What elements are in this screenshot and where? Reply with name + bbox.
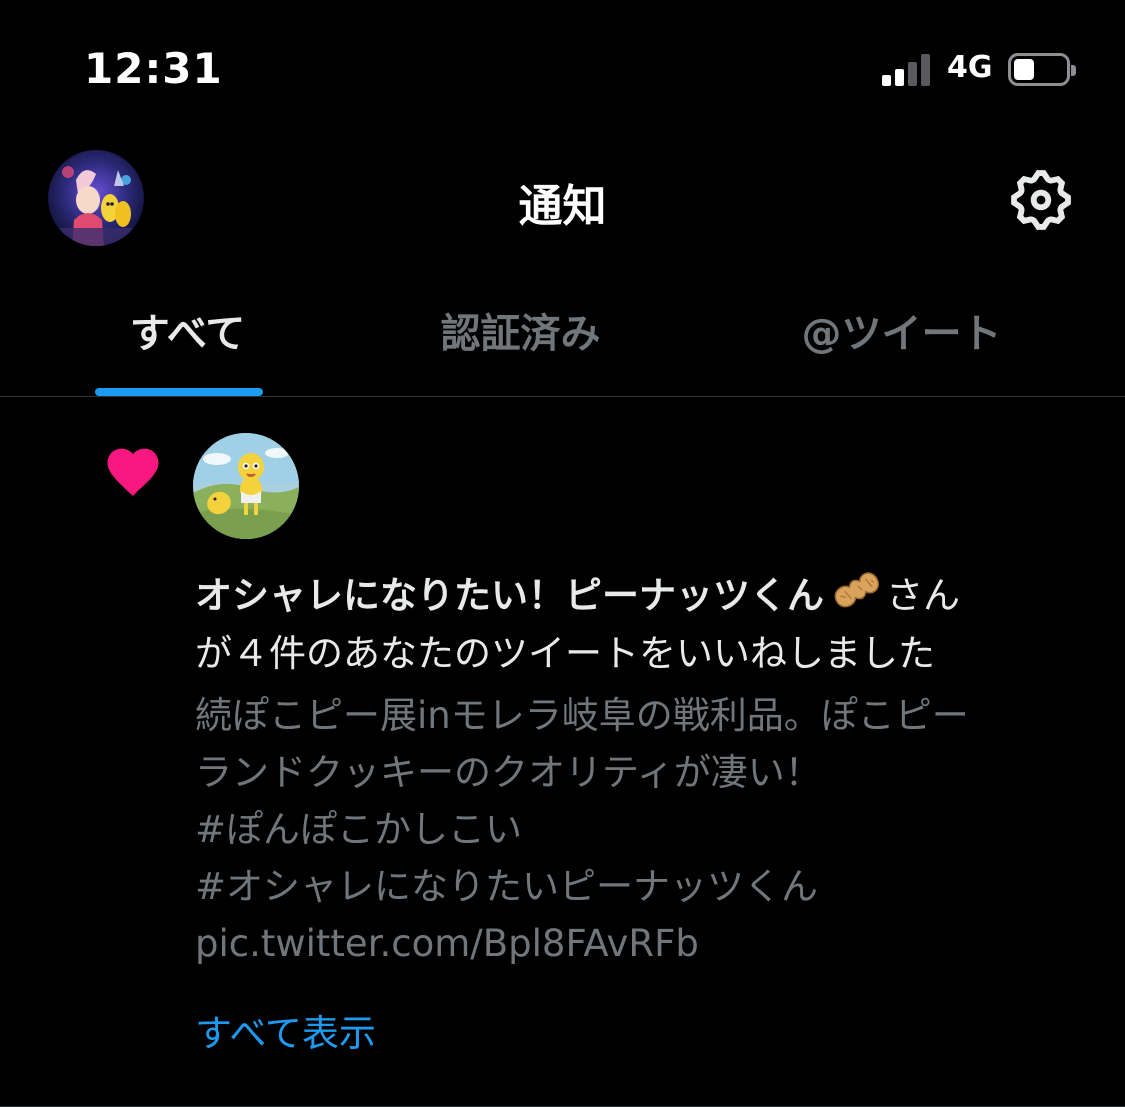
user-name[interactable]: オシャレになりたい！ピーナッツくん xyxy=(195,574,824,617)
battery-icon xyxy=(1008,53,1076,86)
tab-all[interactable]: すべて xyxy=(0,270,375,396)
tab-verified[interactable]: 認証済み xyxy=(333,270,708,396)
notification-item[interactable]: オシャレになりたい！ピーナッツくん さん が４件のあなたのツイートをいいねしまし… xyxy=(0,397,1125,1107)
heart-icon xyxy=(102,441,164,497)
active-tab-indicator xyxy=(95,388,263,396)
show-all-link[interactable]: すべて表示 xyxy=(195,1003,376,1057)
signal-bar xyxy=(908,62,917,86)
page-title: 通知 xyxy=(518,181,607,232)
signal-strength-icon xyxy=(882,54,934,86)
user-suffix: さん xyxy=(886,574,960,617)
tab-mentions[interactable]: @ツイート xyxy=(714,270,1089,396)
tweet-preview-text[interactable]: 続ぽこピー展inモレラ岐阜の戦利品。ぽこピー ランドクッキーのクオリティが凄い！… xyxy=(195,687,1095,972)
battery-cap xyxy=(1071,65,1076,76)
gear-icon[interactable] xyxy=(1006,165,1076,235)
signal-bar xyxy=(895,69,904,86)
battery-level xyxy=(1014,59,1034,80)
header: 通知 xyxy=(0,130,1125,270)
network-type: 4G xyxy=(947,50,993,85)
like-message: が４件のあなたのツイートをいいねしました xyxy=(195,632,935,675)
status-bar: 12:31 4G xyxy=(0,0,1125,130)
signal-bar xyxy=(882,75,891,86)
notification-message: オシャレになりたい！ピーナッツくん さん が４件のあなたのツイートをいいねしまし… xyxy=(195,567,1075,683)
status-time: 12:31 xyxy=(84,44,223,93)
signal-bar xyxy=(921,54,930,86)
notification-tabs: すべて 認証済み @ツイート xyxy=(0,270,1125,397)
peanut-icon xyxy=(826,568,884,614)
liker-avatar[interactable] xyxy=(193,433,299,539)
